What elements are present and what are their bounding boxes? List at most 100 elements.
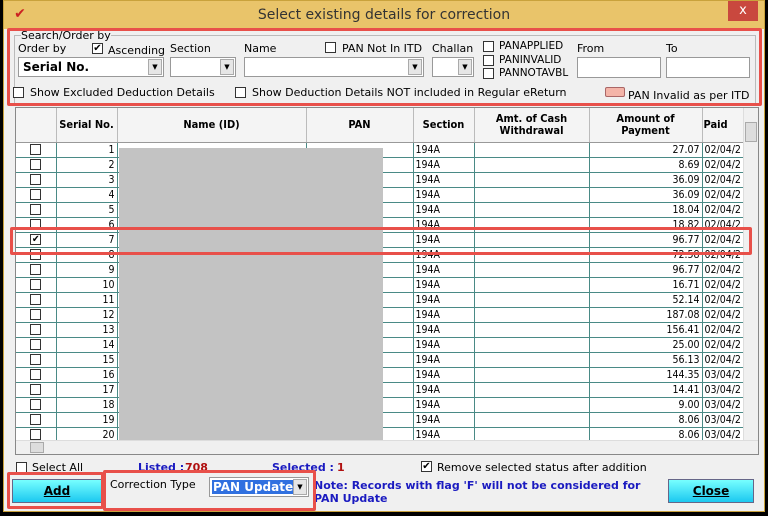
vertical-scrollbar[interactable]: [743, 108, 758, 442]
row-checkbox[interactable]: [30, 354, 42, 365]
amount-cell: 56.13: [589, 352, 703, 368]
section-cell: 194A: [413, 247, 475, 263]
row-checkbox-cell[interactable]: [16, 412, 57, 428]
col-section[interactable]: Section: [413, 108, 475, 143]
ascending-checkbox[interactable]: ✔: [92, 43, 103, 54]
row-checkbox-cell[interactable]: [16, 277, 57, 293]
row-checkbox[interactable]: ✔: [30, 234, 42, 245]
section-cell: 194A: [413, 172, 475, 188]
cash-withdrawal-cell: [474, 367, 590, 383]
row-checkbox[interactable]: [30, 249, 42, 260]
row-checkbox-cell[interactable]: [16, 397, 57, 413]
row-checkbox-cell[interactable]: [16, 382, 57, 398]
col-serial[interactable]: Serial No.: [56, 108, 118, 143]
row-checkbox[interactable]: [30, 384, 42, 395]
amount-cell: 27.07: [589, 142, 703, 158]
row-checkbox[interactable]: [30, 369, 42, 380]
col-pan[interactable]: PAN: [306, 108, 414, 143]
horizontal-scrollbar[interactable]: [16, 440, 758, 454]
row-checkbox[interactable]: [30, 159, 42, 170]
scroll-thumb[interactable]: [745, 122, 757, 142]
row-checkbox[interactable]: [30, 174, 42, 185]
row-checkbox[interactable]: [30, 204, 42, 215]
add-button[interactable]: Add: [12, 479, 102, 503]
serial-cell: 5: [56, 202, 118, 218]
app-icon: ✔: [14, 6, 26, 22]
row-checkbox-cell[interactable]: ✔: [16, 232, 57, 248]
row-checkbox[interactable]: [30, 264, 42, 275]
row-checkbox[interactable]: [30, 189, 42, 200]
col-select[interactable]: [16, 108, 57, 143]
row-checkbox-cell[interactable]: [16, 367, 57, 383]
amount-cell: 18.82: [589, 217, 703, 233]
section-select[interactable]: ▼: [170, 57, 236, 77]
serial-cell: 10: [56, 277, 118, 293]
row-checkbox-cell[interactable]: [16, 352, 57, 368]
dialog-window: ✔ Select existing details for correction…: [3, 0, 765, 512]
show-not-included-checkbox[interactable]: [235, 87, 246, 98]
paid-cell: 02/04/2: [702, 352, 745, 368]
cash-withdrawal-cell: [474, 412, 590, 428]
remove-selected-label: Remove selected status after addition: [437, 461, 647, 474]
panapplied-checkbox[interactable]: [483, 41, 494, 52]
challan-select[interactable]: ▼: [432, 57, 474, 77]
correction-type-select[interactable]: PAN Update ▼: [209, 477, 309, 497]
section-cell: 194A: [413, 307, 475, 323]
note-text: Note: Records with flag 'F' will not be …: [314, 479, 641, 505]
to-input[interactable]: [666, 57, 750, 78]
row-checkbox[interactable]: [30, 144, 42, 155]
close-button[interactable]: Close: [668, 479, 754, 503]
serial-cell: 14: [56, 337, 118, 353]
row-checkbox-cell[interactable]: [16, 187, 57, 203]
row-checkbox-cell[interactable]: [16, 217, 57, 233]
row-checkbox-cell[interactable]: [16, 322, 57, 338]
col-cash-withdrawal[interactable]: Amt. of Cash Withdrawal: [474, 108, 590, 143]
row-checkbox[interactable]: [30, 429, 42, 440]
row-checkbox[interactable]: [30, 279, 42, 290]
row-checkbox[interactable]: [30, 219, 42, 230]
paninvalid-checkbox[interactable]: [483, 55, 494, 66]
select-all-label: Select All: [32, 461, 84, 474]
row-checkbox[interactable]: [30, 339, 42, 350]
panapplied-label: PANAPPLIED: [499, 40, 564, 52]
correction-type-label: Correction Type: [110, 478, 196, 491]
cash-withdrawal-cell: [474, 292, 590, 308]
pan-invalid-legend-label: PAN Invalid as per ITD: [628, 89, 750, 102]
col-name[interactable]: Name (ID): [117, 108, 307, 143]
row-checkbox[interactable]: [30, 294, 42, 305]
cash-withdrawal-cell: [474, 217, 590, 233]
paid-cell: 02/04/2: [702, 217, 745, 233]
close-window-button[interactable]: x: [728, 1, 758, 21]
paid-cell: 03/04/2: [702, 397, 745, 413]
row-checkbox[interactable]: [30, 414, 42, 425]
select-all-checkbox[interactable]: [16, 462, 27, 473]
remove-selected-checkbox[interactable]: ✔: [421, 461, 432, 472]
title-bar: ✔ Select existing details for correction…: [4, 1, 764, 29]
col-paid[interactable]: Paid: [702, 108, 745, 143]
row-checkbox-cell[interactable]: [16, 337, 57, 353]
row-checkbox-cell[interactable]: [16, 202, 57, 218]
paid-cell: 02/04/2: [702, 292, 745, 308]
amount-cell: 96.77: [589, 232, 703, 248]
row-checkbox[interactable]: [30, 324, 42, 335]
row-checkbox-cell[interactable]: [16, 247, 57, 263]
amount-cell: 144.35: [589, 367, 703, 383]
col-amount-payment[interactable]: Amount of Payment: [589, 108, 703, 143]
row-checkbox-cell[interactable]: [16, 172, 57, 188]
hscroll-thumb[interactable]: [30, 442, 44, 453]
paid-cell: 02/04/2: [702, 202, 745, 218]
row-checkbox-cell[interactable]: [16, 292, 57, 308]
pan-not-in-itd-checkbox[interactable]: [325, 42, 336, 53]
row-checkbox[interactable]: [30, 399, 42, 410]
show-excluded-checkbox[interactable]: [13, 87, 24, 98]
section-cell: 194A: [413, 367, 475, 383]
order-by-select[interactable]: Serial No. ▼: [18, 57, 164, 77]
row-checkbox-cell[interactable]: [16, 262, 57, 278]
from-input[interactable]: [577, 57, 661, 78]
row-checkbox-cell[interactable]: [16, 142, 57, 158]
row-checkbox-cell[interactable]: [16, 307, 57, 323]
row-checkbox-cell[interactable]: [16, 157, 57, 173]
pannotavbl-checkbox[interactable]: [483, 68, 494, 79]
row-checkbox[interactable]: [30, 309, 42, 320]
name-select[interactable]: ▼: [244, 57, 424, 77]
